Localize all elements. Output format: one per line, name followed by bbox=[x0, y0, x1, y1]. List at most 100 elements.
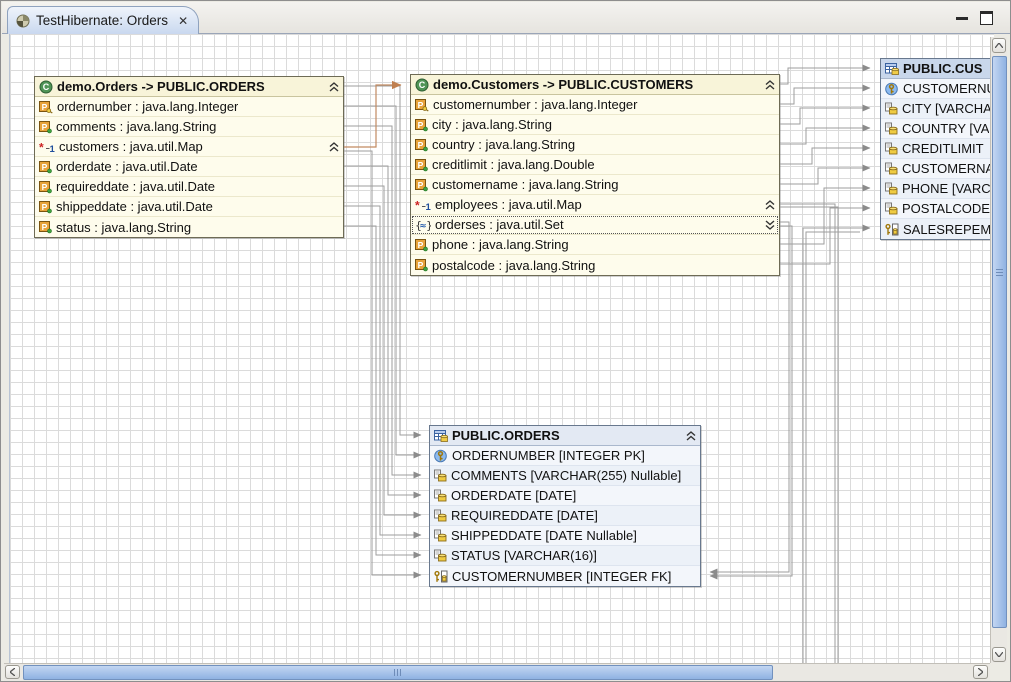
entity-box-customers-title: demo.Customers -> PUBLIC.CUSTOMERS bbox=[433, 77, 693, 92]
field-row[interactable]: employees : java.util.Map bbox=[411, 195, 779, 215]
column-icon bbox=[434, 469, 447, 482]
column-row[interactable]: SALESREPEMI bbox=[881, 219, 994, 239]
foreign-key-icon bbox=[885, 223, 899, 236]
field-row[interactable]: postalcode : java.lang.String bbox=[411, 255, 779, 275]
column-icon bbox=[885, 102, 898, 115]
column-icon bbox=[885, 122, 898, 135]
vertical-scroll-thumb[interactable] bbox=[992, 56, 1007, 628]
expand-icon[interactable] bbox=[765, 220, 775, 230]
table-box-public-customers-title: PUBLIC.CUS bbox=[903, 61, 982, 76]
property-icon bbox=[39, 180, 52, 194]
field-row[interactable]: status : java.lang.String bbox=[35, 217, 343, 237]
vertical-scrollbar[interactable] bbox=[990, 37, 1007, 663]
many-to-one-icon bbox=[39, 141, 55, 153]
horizontal-scrollbar[interactable] bbox=[4, 663, 991, 681]
scroll-left-button[interactable] bbox=[5, 665, 20, 679]
property-key-icon bbox=[415, 98, 429, 112]
minimize-icon[interactable] bbox=[956, 17, 968, 20]
entity-box-orders-header[interactable]: demo.Orders -> PUBLIC.ORDERS bbox=[35, 77, 343, 97]
class-icon bbox=[39, 80, 53, 94]
column-row[interactable]: SHIPPEDDATE [DATE Nullable] bbox=[430, 526, 700, 546]
property-icon bbox=[415, 258, 428, 272]
entity-box-orders-title: demo.Orders -> PUBLIC.ORDERS bbox=[57, 79, 265, 94]
property-icon bbox=[415, 118, 428, 132]
field-row[interactable]: creditlimit : java.lang.Double bbox=[411, 155, 779, 175]
column-row[interactable]: CREDITLIMIT bbox=[881, 139, 994, 159]
field-row[interactable]: comments : java.lang.String bbox=[35, 117, 343, 137]
collapse-icon[interactable] bbox=[329, 82, 339, 92]
tab-close-icon[interactable]: ✕ bbox=[178, 14, 188, 28]
field-row[interactable]: city : java.lang.String bbox=[411, 115, 779, 135]
collapse-icon[interactable] bbox=[765, 80, 775, 90]
field-row[interactable]: shippeddate : java.util.Date bbox=[35, 197, 343, 217]
property-icon bbox=[39, 120, 52, 134]
table-box-public-orders[interactable]: PUBLIC.ORDERS ORDERNUMBER [INTEGER PK] C… bbox=[429, 425, 701, 587]
field-row[interactable]: orderdate : java.util.Date bbox=[35, 157, 343, 177]
column-row[interactable]: COUNTRY [VA bbox=[881, 119, 994, 139]
column-row[interactable]: STATUS [VARCHAR(16)] bbox=[430, 546, 700, 566]
column-row[interactable]: ORDERNUMBER [INTEGER PK] bbox=[430, 446, 700, 466]
column-row[interactable]: COMMENTS [VARCHAR(255) Nullable] bbox=[430, 466, 700, 486]
diagram-canvas[interactable]: demo.Orders -> PUBLIC.ORDERS ordernumber… bbox=[9, 34, 994, 663]
property-key-icon bbox=[39, 100, 53, 114]
column-icon bbox=[434, 549, 447, 562]
field-row[interactable]: customername : java.lang.String bbox=[411, 175, 779, 195]
column-icon bbox=[885, 162, 898, 175]
column-icon bbox=[885, 182, 898, 195]
set-icon bbox=[415, 218, 431, 231]
tab-title: TestHibernate: Orders bbox=[36, 13, 168, 28]
column-icon bbox=[434, 529, 447, 542]
collapse-icon[interactable] bbox=[686, 431, 696, 441]
field-row-selected[interactable]: orderses : java.util.Set bbox=[411, 215, 779, 235]
column-row[interactable]: CITY [VARCHA bbox=[881, 99, 994, 119]
table-box-public-customers-header[interactable]: PUBLIC.CUS bbox=[881, 59, 994, 79]
entity-box-customers-header[interactable]: demo.Customers -> PUBLIC.CUSTOMERS bbox=[411, 75, 779, 95]
scroll-down-button[interactable] bbox=[992, 647, 1006, 662]
column-row[interactable]: CUSTOMERNU bbox=[881, 79, 994, 99]
field-row[interactable]: customers : java.util.Map bbox=[35, 137, 343, 157]
collapse-icon[interactable] bbox=[329, 142, 339, 152]
column-icon bbox=[434, 489, 447, 502]
thumb-grip bbox=[394, 669, 402, 676]
field-row[interactable]: requireddate : java.util.Date bbox=[35, 177, 343, 197]
foreign-key-icon bbox=[434, 570, 448, 583]
property-icon bbox=[415, 178, 428, 192]
association-line-customers bbox=[344, 85, 401, 147]
property-icon bbox=[39, 160, 52, 174]
column-row[interactable]: POSTALCODE bbox=[881, 199, 994, 219]
primary-key-icon bbox=[434, 449, 448, 463]
tab-testhibernate-orders[interactable]: TestHibernate: Orders ✕ bbox=[7, 6, 199, 34]
maximize-icon[interactable] bbox=[980, 11, 993, 25]
entity-box-orders[interactable]: demo.Orders -> PUBLIC.ORDERS ordernumber… bbox=[34, 76, 344, 238]
class-icon bbox=[415, 78, 429, 92]
table-icon bbox=[885, 62, 899, 75]
many-to-one-icon bbox=[415, 199, 431, 211]
property-icon bbox=[39, 200, 52, 214]
table-box-public-orders-title: PUBLIC.ORDERS bbox=[452, 428, 560, 443]
column-row[interactable]: CUSTOMERNA bbox=[881, 159, 994, 179]
property-icon bbox=[415, 138, 428, 152]
field-row[interactable]: phone : java.lang.String bbox=[411, 235, 779, 255]
scrollbar-corner bbox=[990, 663, 1007, 680]
column-row[interactable]: CUSTOMERNUMBER [INTEGER FK] bbox=[430, 566, 700, 586]
property-icon bbox=[415, 158, 428, 172]
horizontal-scroll-thumb[interactable] bbox=[23, 665, 773, 680]
diagram-view-window: TestHibernate: Orders ✕ demo.Orders -> P… bbox=[0, 0, 1011, 682]
column-icon bbox=[885, 202, 898, 215]
view-tab-bar: TestHibernate: Orders ✕ bbox=[2, 2, 1011, 34]
table-box-public-orders-header[interactable]: PUBLIC.ORDERS bbox=[430, 426, 700, 446]
column-row[interactable]: REQUIREDDATE [DATE] bbox=[430, 506, 700, 526]
field-row[interactable]: ordernumber : java.lang.Integer bbox=[35, 97, 343, 117]
field-row[interactable]: customernumber : java.lang.Integer bbox=[411, 95, 779, 115]
primary-key-icon bbox=[885, 82, 899, 96]
scroll-right-button[interactable] bbox=[973, 665, 988, 679]
collapse-icon[interactable] bbox=[765, 200, 775, 210]
column-row[interactable]: ORDERDATE [DATE] bbox=[430, 486, 700, 506]
scroll-up-button[interactable] bbox=[992, 38, 1006, 53]
column-row[interactable]: PHONE [VARC bbox=[881, 179, 994, 199]
field-row[interactable]: country : java.lang.String bbox=[411, 135, 779, 155]
table-box-public-customers[interactable]: PUBLIC.CUS CUSTOMERNU CITY [VARCHA COUNT… bbox=[880, 58, 994, 240]
entity-box-customers[interactable]: demo.Customers -> PUBLIC.CUSTOMERS custo… bbox=[410, 74, 780, 276]
property-icon bbox=[415, 238, 428, 252]
hibernate-icon bbox=[16, 14, 30, 28]
